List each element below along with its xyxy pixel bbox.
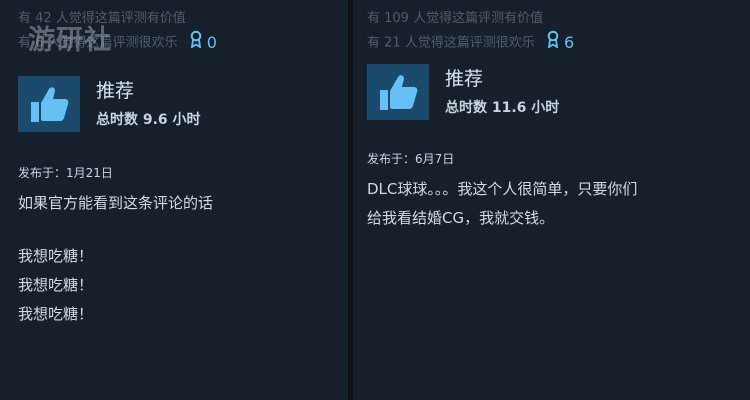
award-count: 6 — [563, 33, 575, 52]
funny-count-text: 有 21 人觉得这篇评测很欢乐 — [367, 35, 535, 51]
playtime-hours: 总时数 9.6 小时 — [96, 112, 201, 128]
award-button[interactable]: 0 — [190, 30, 217, 56]
award-count: 0 — [206, 33, 217, 52]
recommendation-label: 推荐 — [96, 80, 135, 102]
review-line-blank — [18, 218, 338, 242]
award-ribbon-icon — [190, 30, 202, 56]
funny-row: 有 6 人觉得这篇评测很欢乐 0 — [18, 30, 338, 52]
helpful-count-text: 有 109 人觉得这篇评测有价值 — [367, 11, 544, 26]
playtime-hours: 总时数 11.6 小时 — [445, 100, 560, 116]
posted-date: 发布于：6月7日 — [367, 152, 455, 166]
recommendation-header: 推荐 总时数 9.6 小时 — [18, 76, 338, 132]
recommendation-header: 推荐 总时数 11.6 小时 — [367, 64, 740, 120]
funny-count-text: 有 6 人觉得这篇评测很欢乐 — [18, 35, 178, 51]
award-button[interactable]: 6 — [547, 30, 574, 56]
review-line: 给我看结婚CG，我就交钱。 — [367, 209, 555, 227]
review-line: 我想吃糖！ — [18, 305, 94, 323]
review-body: 如果官方能看到这条评论的话 我想吃糖！ 我想吃糖！ 我想吃糖！ — [18, 189, 338, 329]
recommendation-label: 推荐 — [445, 68, 484, 90]
review-card-1: 有 42 人觉得这篇评测有价值 有 6 人觉得这篇评测很欢乐 0 推荐 总时数 … — [0, 0, 348, 400]
funny-row: 有 21 人觉得这篇评测很欢乐 6 — [367, 30, 740, 52]
thumbs-up-icon — [367, 64, 429, 120]
helpful-count-text: 有 42 人觉得这篇评测有价值 — [18, 11, 186, 26]
award-ribbon-icon — [547, 30, 559, 56]
review-line: DLC球球。。。我这个人很简单，只要你们 — [367, 180, 638, 198]
thumbs-up-icon — [18, 76, 80, 132]
review-line: 我想吃糖！ — [18, 247, 94, 265]
review-line: 我想吃糖！ — [18, 276, 94, 294]
posted-date: 发布于：1月21日 — [18, 166, 113, 180]
review-card-2: 有 109 人觉得这篇评测有价值 有 21 人觉得这篇评测很欢乐 6 推荐 总时… — [353, 0, 750, 400]
review-line: 如果官方能看到这条评论的话 — [18, 194, 214, 212]
review-body: DLC球球。。。我这个人很简单，只要你们 给我看结婚CG，我就交钱。 — [367, 175, 740, 233]
